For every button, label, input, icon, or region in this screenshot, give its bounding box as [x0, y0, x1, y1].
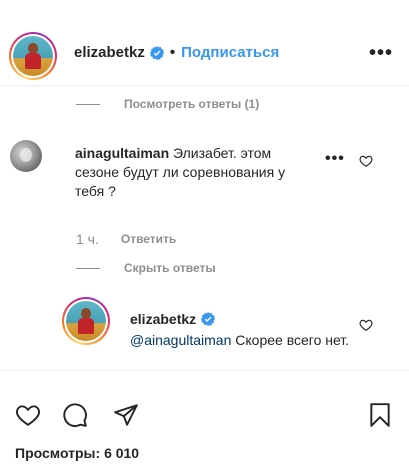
- verified-badge-icon: [201, 312, 216, 326]
- reply-button[interactable]: Ответить: [121, 232, 176, 246]
- views-count-line: Просмотры: 6 010: [15, 445, 139, 461]
- divider-line: [76, 103, 100, 105]
- reply-mention-link[interactable]: @ainagultaiman: [130, 332, 231, 348]
- verified-badge-icon: [149, 45, 164, 60]
- views-label: Просмотры:: [15, 445, 101, 461]
- bookmark-icon[interactable]: [367, 402, 393, 428]
- reply-author-avatar[interactable]: [62, 297, 110, 345]
- commenter-username[interactable]: ainagultaiman: [75, 145, 169, 161]
- reply-author-username[interactable]: elizabetkz: [130, 311, 196, 327]
- separator-dot: •: [169, 44, 176, 61]
- reply-like-heart-icon[interactable]: [359, 318, 373, 332]
- post-header: elizabetkz • Подписаться •••: [0, 0, 409, 86]
- share-icon[interactable]: [113, 402, 139, 428]
- hide-replies-button[interactable]: Скрыть ответы: [76, 261, 216, 275]
- avatar-image: [66, 301, 106, 341]
- reply-body: Скорее всего нет.: [231, 332, 350, 348]
- reply-text: @ainagultaiman Скорее всего нет.: [130, 331, 350, 350]
- avatar-frame: [64, 299, 108, 343]
- author-username[interactable]: elizabetkz: [74, 44, 145, 61]
- view-replies-label: Посмотреть ответы (1): [124, 97, 260, 111]
- comment-more-icon[interactable]: •••: [325, 150, 345, 168]
- divider-line: [76, 267, 100, 269]
- reply-author-line: elizabetkz: [130, 311, 216, 327]
- comment-text: ainagultaiman Элизабет. этом сезоне буду…: [75, 144, 315, 201]
- header-line: elizabetkz • Подписаться: [74, 44, 279, 61]
- comment-meta: 1 ч. Ответить: [76, 231, 176, 247]
- follow-button[interactable]: Подписаться: [181, 44, 279, 61]
- author-avatar[interactable]: [9, 32, 57, 80]
- avatar-image: [13, 36, 53, 76]
- comment-time: 1 ч.: [76, 231, 99, 247]
- views-count: 6 010: [104, 445, 140, 461]
- comment-like-heart-icon[interactable]: [359, 154, 373, 168]
- view-replies-button[interactable]: Посмотреть ответы (1): [76, 97, 259, 111]
- avatar-frame: [11, 34, 55, 78]
- heart-icon[interactable]: [15, 402, 41, 428]
- commenter-avatar[interactable]: [10, 140, 42, 172]
- comment-icon[interactable]: [62, 402, 88, 428]
- more-options-icon[interactable]: •••: [369, 42, 393, 65]
- hide-replies-label: Скрыть ответы: [124, 261, 216, 275]
